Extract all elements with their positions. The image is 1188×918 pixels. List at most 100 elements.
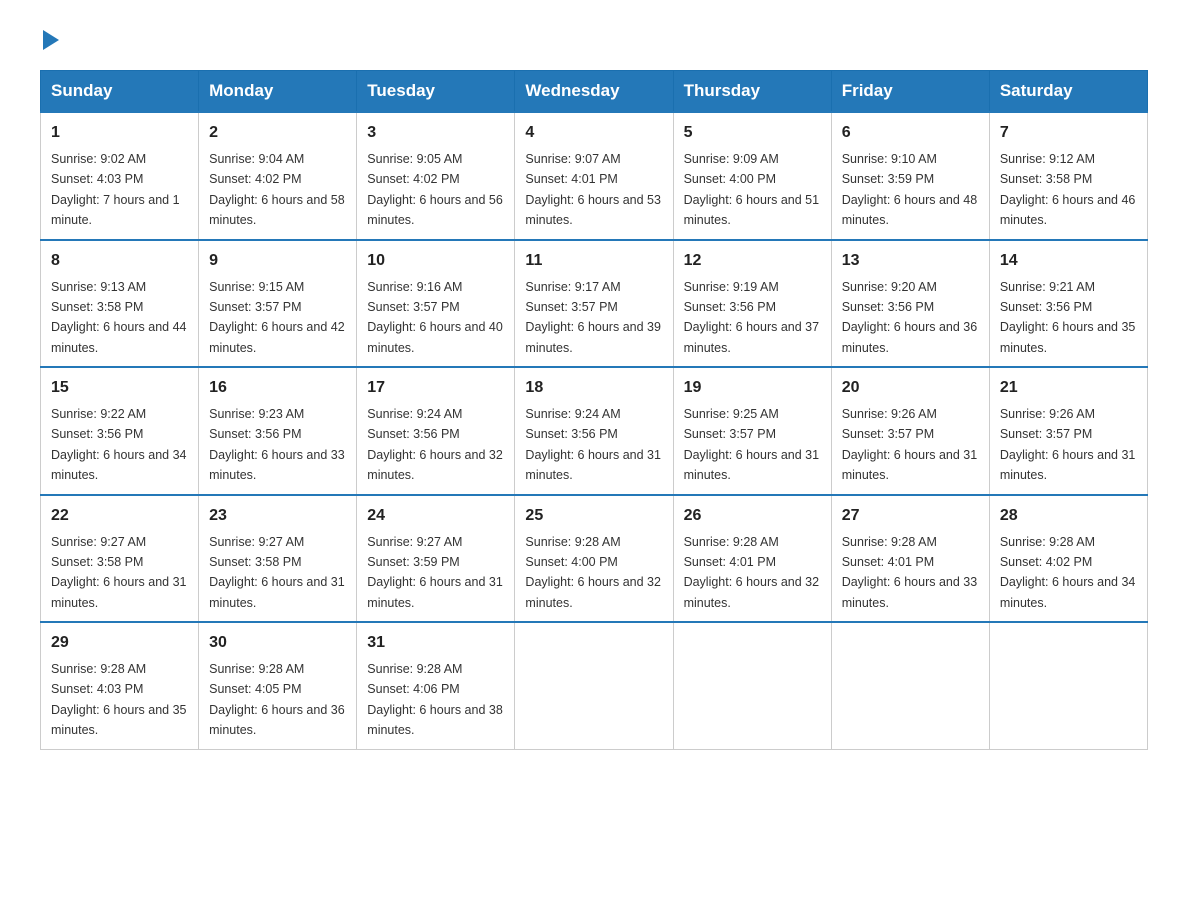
day-info: Sunrise: 9:28 AMSunset: 4:03 PMDaylight:… <box>51 662 187 737</box>
day-number: 22 <box>51 504 188 528</box>
day-info: Sunrise: 9:17 AMSunset: 3:57 PMDaylight:… <box>525 280 661 355</box>
day-info: Sunrise: 9:04 AMSunset: 4:02 PMDaylight:… <box>209 152 345 227</box>
calendar-cell <box>989 622 1147 749</box>
calendar-cell: 11 Sunrise: 9:17 AMSunset: 3:57 PMDayligh… <box>515 240 673 368</box>
calendar-cell: 10Sunrise: 9:16 AMSunset: 3:57 PMDayligh… <box>357 240 515 368</box>
logo-arrow-icon <box>43 30 59 50</box>
day-number: 27 <box>842 504 979 528</box>
day-info: Sunrise: 9:27 AMSunset: 3:58 PMDaylight:… <box>209 535 345 610</box>
day-number: 16 <box>209 376 346 400</box>
day-info: Sunrise: 9:12 AMSunset: 3:58 PMDaylight:… <box>1000 152 1136 227</box>
calendar-cell: 19Sunrise: 9:25 AMSunset: 3:57 PMDayligh… <box>673 367 831 495</box>
day-number: 17 <box>367 376 504 400</box>
calendar-cell: 26 Sunrise: 9:28 AMSunset: 4:01 PMDayligh… <box>673 495 831 623</box>
day-info: Sunrise: 9:02 AMSunset: 4:03 PMDaylight:… <box>51 152 180 227</box>
day-number: 28 <box>1000 504 1137 528</box>
calendar-header-row: SundayMondayTuesdayWednesdayThursdayFrid… <box>41 71 1148 113</box>
calendar-cell: 17 Sunrise: 9:24 AMSunset: 3:56 PMDayligh… <box>357 367 515 495</box>
day-info: Sunrise: 9:19 AMSunset: 3:56 PMDaylight:… <box>684 280 820 355</box>
day-number: 6 <box>842 121 979 145</box>
calendar-cell: 22Sunrise: 9:27 AMSunset: 3:58 PMDayligh… <box>41 495 199 623</box>
calendar-header-saturday: Saturday <box>989 71 1147 113</box>
day-number: 21 <box>1000 376 1137 400</box>
calendar-cell: 9 Sunrise: 9:15 AMSunset: 3:57 PMDaylight… <box>199 240 357 368</box>
day-number: 24 <box>367 504 504 528</box>
day-number: 9 <box>209 249 346 273</box>
day-number: 26 <box>684 504 821 528</box>
calendar-cell: 12 Sunrise: 9:19 AMSunset: 3:56 PMDayligh… <box>673 240 831 368</box>
calendar-cell: 27 Sunrise: 9:28 AMSunset: 4:01 PMDayligh… <box>831 495 989 623</box>
calendar-header-sunday: Sunday <box>41 71 199 113</box>
day-number: 5 <box>684 121 821 145</box>
day-info: Sunrise: 9:22 AMSunset: 3:56 PMDaylight:… <box>51 407 187 482</box>
calendar-header-thursday: Thursday <box>673 71 831 113</box>
day-info: Sunrise: 9:05 AMSunset: 4:02 PMDaylight:… <box>367 152 503 227</box>
calendar-cell <box>515 622 673 749</box>
day-number: 1 <box>51 121 188 145</box>
day-number: 20 <box>842 376 979 400</box>
day-info: Sunrise: 9:10 AMSunset: 3:59 PMDaylight:… <box>842 152 978 227</box>
calendar-week-row: 22 Sunrise: 9:27 AMSunset: 3:58 PMDayligh… <box>41 495 1148 623</box>
day-info: Sunrise: 9:24 AMSunset: 3:56 PMDaylight:… <box>367 407 503 482</box>
calendar-cell: 3 Sunrise: 9:05 AMSunset: 4:02 PMDaylight… <box>357 112 515 240</box>
day-info: Sunrise: 9:28 AMSunset: 4:05 PMDaylight:… <box>209 662 345 737</box>
calendar-header-monday: Monday <box>199 71 357 113</box>
calendar-cell <box>673 622 831 749</box>
calendar-cell: 1 Sunrise: 9:02 AMSunset: 4:03 PMDaylight… <box>41 112 199 240</box>
day-info: Sunrise: 9:28 AMSunset: 4:06 PMDaylight:… <box>367 662 503 737</box>
calendar-week-row: 8 Sunrise: 9:13 AMSunset: 3:58 PMDaylight… <box>41 240 1148 368</box>
calendar-cell: 23 Sunrise: 9:27 AMSunset: 3:58 PMDayligh… <box>199 495 357 623</box>
calendar-cell: 18Sunrise: 9:24 AMSunset: 3:56 PMDayligh… <box>515 367 673 495</box>
day-number: 15 <box>51 376 188 400</box>
calendar-week-row: 29Sunrise: 9:28 AMSunset: 4:03 PMDayligh… <box>41 622 1148 749</box>
day-number: 23 <box>209 504 346 528</box>
day-number: 25 <box>525 504 662 528</box>
calendar-cell: 15 Sunrise: 9:22 AMSunset: 3:56 PMDayligh… <box>41 367 199 495</box>
calendar-cell <box>831 622 989 749</box>
day-number: 30 <box>209 631 346 655</box>
logo <box>40 30 59 50</box>
day-info: Sunrise: 9:15 AMSunset: 3:57 PMDaylight:… <box>209 280 345 355</box>
calendar-cell: 4Sunrise: 9:07 AMSunset: 4:01 PMDaylight… <box>515 112 673 240</box>
calendar-cell: 20Sunrise: 9:26 AMSunset: 3:57 PMDayligh… <box>831 367 989 495</box>
day-number: 31 <box>367 631 504 655</box>
calendar-cell: 2 Sunrise: 9:04 AMSunset: 4:02 PMDaylight… <box>199 112 357 240</box>
calendar-cell: 31 Sunrise: 9:28 AMSunset: 4:06 PMDayligh… <box>357 622 515 749</box>
day-info: Sunrise: 9:28 AMSunset: 4:02 PMDaylight:… <box>1000 535 1136 610</box>
day-number: 7 <box>1000 121 1137 145</box>
calendar-cell: 28 Sunrise: 9:28 AMSunset: 4:02 PMDayligh… <box>989 495 1147 623</box>
day-info: Sunrise: 9:28 AMSunset: 4:00 PMDaylight:… <box>525 535 661 610</box>
day-info: Sunrise: 9:20 AMSunset: 3:56 PMDaylight:… <box>842 280 978 355</box>
day-info: Sunrise: 9:26 AMSunset: 3:57 PMDaylight:… <box>1000 407 1136 482</box>
calendar-cell: 16Sunrise: 9:23 AMSunset: 3:56 PMDayligh… <box>199 367 357 495</box>
day-info: Sunrise: 9:07 AMSunset: 4:01 PMDaylight:… <box>525 152 661 227</box>
calendar-header-tuesday: Tuesday <box>357 71 515 113</box>
calendar-cell: 14 Sunrise: 9:21 AMSunset: 3:56 PMDayligh… <box>989 240 1147 368</box>
calendar-week-row: 15 Sunrise: 9:22 AMSunset: 3:56 PMDayligh… <box>41 367 1148 495</box>
calendar-cell: 5 Sunrise: 9:09 AMSunset: 4:00 PMDaylight… <box>673 112 831 240</box>
day-info: Sunrise: 9:27 AMSunset: 3:59 PMDaylight:… <box>367 535 503 610</box>
day-info: Sunrise: 9:25 AMSunset: 3:57 PMDaylight:… <box>684 407 820 482</box>
day-info: Sunrise: 9:21 AMSunset: 3:56 PMDaylight:… <box>1000 280 1136 355</box>
day-info: Sunrise: 9:28 AMSunset: 4:01 PMDaylight:… <box>842 535 978 610</box>
day-number: 2 <box>209 121 346 145</box>
calendar-cell: 25 Sunrise: 9:28 AMSunset: 4:00 PMDayligh… <box>515 495 673 623</box>
calendar-cell: 6 Sunrise: 9:10 AMSunset: 3:59 PMDaylight… <box>831 112 989 240</box>
day-number: 8 <box>51 249 188 273</box>
calendar-week-row: 1 Sunrise: 9:02 AMSunset: 4:03 PMDaylight… <box>41 112 1148 240</box>
day-info: Sunrise: 9:13 AMSunset: 3:58 PMDaylight:… <box>51 280 187 355</box>
calendar-cell: 13 Sunrise: 9:20 AMSunset: 3:56 PMDayligh… <box>831 240 989 368</box>
day-number: 13 <box>842 249 979 273</box>
calendar-cell: 8 Sunrise: 9:13 AMSunset: 3:58 PMDaylight… <box>41 240 199 368</box>
day-info: Sunrise: 9:09 AMSunset: 4:00 PMDaylight:… <box>684 152 820 227</box>
day-number: 12 <box>684 249 821 273</box>
day-info: Sunrise: 9:28 AMSunset: 4:01 PMDaylight:… <box>684 535 820 610</box>
calendar-cell: 21 Sunrise: 9:26 AMSunset: 3:57 PMDayligh… <box>989 367 1147 495</box>
day-number: 3 <box>367 121 504 145</box>
day-number: 18 <box>525 376 662 400</box>
day-number: 10 <box>367 249 504 273</box>
calendar-cell: 7 Sunrise: 9:12 AMSunset: 3:58 PMDaylight… <box>989 112 1147 240</box>
calendar-cell: 29Sunrise: 9:28 AMSunset: 4:03 PMDayligh… <box>41 622 199 749</box>
day-number: 11 <box>525 249 662 273</box>
day-number: 14 <box>1000 249 1137 273</box>
